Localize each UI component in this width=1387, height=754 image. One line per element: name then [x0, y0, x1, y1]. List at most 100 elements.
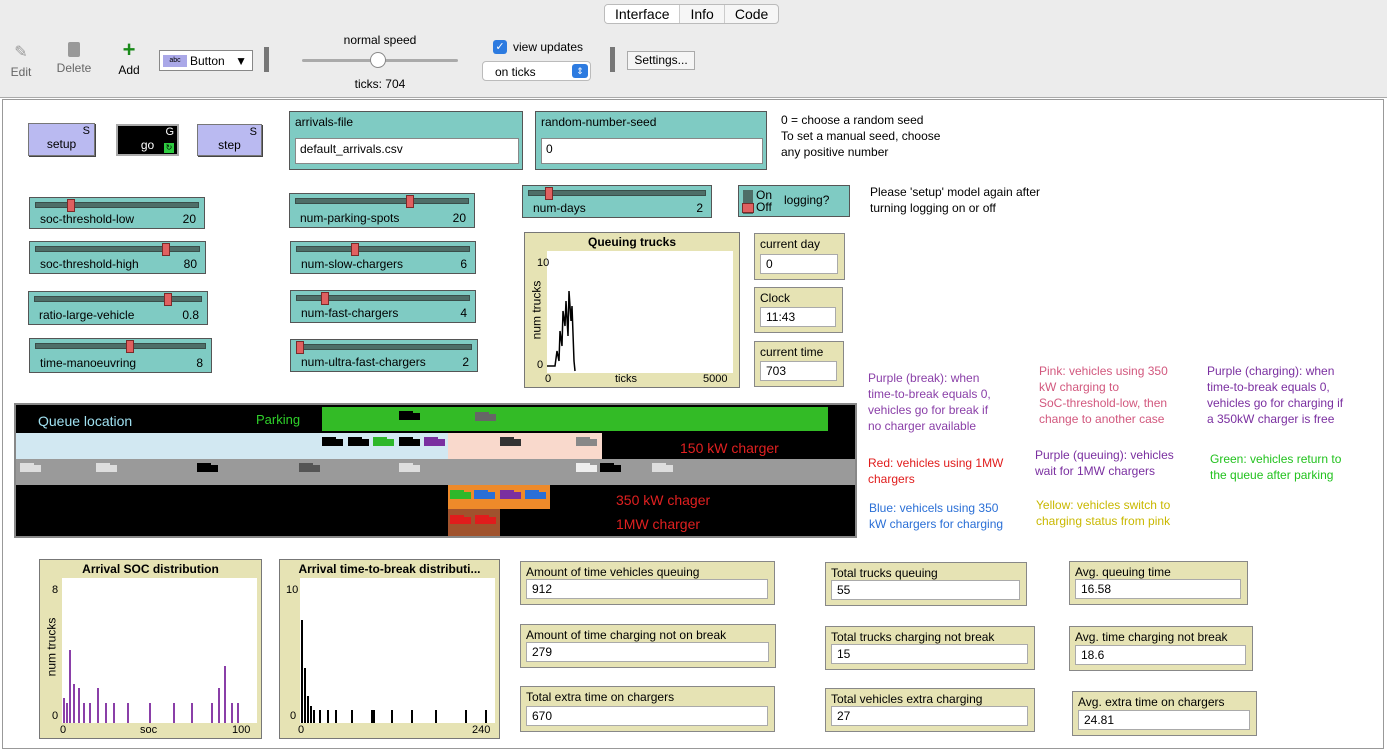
step-button[interactable]: step S [197, 124, 262, 156]
plot-area [547, 251, 733, 373]
trash-icon [68, 42, 80, 57]
stat-monitor: Avg. queuing time 16.58 [1069, 561, 1248, 605]
charger-150-label: 150 kW charger [680, 440, 779, 456]
slider-num-days[interactable]: num-days 2 [522, 185, 712, 218]
pencil-icon: ✎ [14, 44, 28, 61]
world-view: Queue location Parking 150 kW charger 35… [14, 403, 857, 538]
slider-track [296, 344, 472, 350]
update-mode-select[interactable]: on ticks ⇕ [482, 61, 591, 81]
slider-num-ultra-fast-chargers[interactable]: num-ultra-fast-chargers 2 [290, 339, 478, 372]
setup-button[interactable]: setup S [28, 123, 95, 156]
truck-icon [399, 463, 421, 474]
plot-area [300, 578, 495, 723]
updown-icon: ⇕ [572, 64, 588, 78]
truck-icon [399, 411, 421, 422]
tab-bar: Interface Info Code [604, 4, 780, 24]
truck-icon [600, 463, 622, 474]
truck-icon [299, 463, 321, 474]
go-button[interactable]: go G ↻ [116, 124, 179, 156]
legend-purple-queuing: Purple (queuing): vehicles wait for 1MW c… [1035, 448, 1174, 478]
seed-note: 0 = choose a random seed To set a manual… [781, 113, 941, 159]
slider-time-manoeuvring[interactable]: time-manoeuvring 8 [29, 338, 212, 373]
random-number-seed-input: random-number-seed 0 [535, 111, 767, 170]
slider-knob[interactable] [163, 293, 172, 306]
speed-label: normal speed [343, 33, 417, 47]
switch-knob [742, 203, 754, 213]
slider-num-fast-chargers[interactable]: num-fast-chargers 4 [290, 290, 476, 323]
tab-code[interactable]: Code [725, 5, 778, 23]
stat-monitor: Total trucks queuing 55 [825, 562, 1027, 606]
legend-yellow: Yellow: vehicles switch to charging statu… [1036, 498, 1171, 528]
ttb-histogram [301, 620, 487, 723]
divider [264, 47, 269, 72]
settings-button[interactable]: Settings... [627, 51, 695, 70]
current-day-monitor: current day 0 [754, 233, 845, 280]
toolbar: Interface Info Code ✎ Edit Delete + Add … [0, 0, 1387, 98]
parking-area [322, 407, 828, 431]
slider-knob[interactable] [162, 243, 171, 256]
legend-blue: Blue: vehicels using 350 kW chargers for … [869, 501, 1004, 531]
chevron-down-icon: ▼ [235, 54, 247, 68]
legend-red: Red: vehicles using 1MW chargers [868, 456, 1004, 486]
tab-info[interactable]: Info [680, 5, 725, 23]
slider-track [528, 190, 706, 196]
speed-slider-knob[interactable] [370, 52, 386, 68]
stat-monitor: Total extra time on chargers 670 [520, 686, 775, 732]
checkbox-checked-icon[interactable]: ✓ [493, 40, 507, 54]
tab-interface[interactable]: Interface [605, 5, 681, 23]
legend-purple-charging: Purple (charging): when time-to-break equ… [1207, 364, 1344, 426]
truck-icon [424, 437, 446, 448]
slider-track [296, 246, 470, 252]
logging-switch[interactable]: On Off logging? [738, 185, 850, 217]
slider-track [35, 246, 200, 252]
truck-icon [348, 437, 370, 448]
arrival-soc-plot: Arrival SOC distribution 8 0 num trucks … [39, 559, 262, 739]
slider-ratio-large-vehicle[interactable]: ratio-large-vehicle 0.8 [28, 291, 208, 325]
slider-track [35, 343, 206, 349]
add-button[interactable]: + Add [114, 39, 144, 78]
slider-soc-threshold-low[interactable]: soc-threshold-low 20 [29, 197, 205, 229]
slider-knob[interactable] [125, 340, 134, 353]
delete-button[interactable]: Delete [54, 42, 94, 75]
truck-icon [96, 463, 118, 474]
truck-icon [475, 515, 497, 526]
edit-button[interactable]: ✎ Edit [8, 42, 34, 79]
truck-icon [20, 463, 42, 474]
slider-knob[interactable] [66, 199, 75, 212]
truck-icon [450, 515, 472, 526]
truck-icon [652, 463, 674, 474]
forever-icon: ↻ [164, 143, 174, 153]
truck-icon [197, 463, 219, 474]
logging-note: Please 'setup' model again after turning… [870, 185, 1041, 215]
slider-knob[interactable] [351, 243, 360, 256]
queuing-line [547, 290, 576, 372]
slider-track [34, 296, 202, 302]
legend-purple-break: Purple (break): when time-to-break equals… [868, 371, 991, 433]
slider-knob[interactable] [545, 187, 554, 200]
stat-monitor: Amount of time charging not on break 279 [520, 624, 776, 668]
slider-num-parking-spots[interactable]: num-parking-spots 20 [289, 193, 475, 228]
slider-knob[interactable] [405, 195, 414, 208]
truck-icon [525, 490, 547, 501]
truck-icon [373, 437, 395, 448]
charger-1mw-label: 1MW charger [616, 516, 701, 532]
truck-icon [474, 490, 496, 501]
stat-monitor: Total vehicles extra charging 27 [825, 688, 1035, 732]
ticks-counter: ticks: 704 [354, 77, 406, 91]
slider-soc-threshold-high[interactable]: soc-threshold-high 80 [29, 241, 206, 274]
slider-knob[interactable] [296, 341, 304, 354]
clock-monitor: Clock 11:43 [754, 287, 843, 333]
slider-track [35, 202, 199, 208]
slider-knob[interactable] [321, 292, 330, 305]
divider [610, 47, 615, 72]
truck-icon [322, 437, 344, 448]
stat-monitor: Avg. time charging not break 18.6 [1069, 626, 1253, 671]
charger-350-label: 350 kW chager [616, 492, 711, 508]
widget-type-select[interactable]: abc Button ▼ [159, 50, 253, 71]
slider-track [295, 198, 469, 204]
arrivals-file-field[interactable]: default_arrivals.csv [295, 138, 519, 164]
arrivals-file-input: arrivals-file default_arrivals.csv [289, 111, 523, 170]
seed-field[interactable]: 0 [541, 138, 763, 164]
slider-num-slow-chargers[interactable]: num-slow-chargers 6 [290, 241, 476, 274]
queuing-trucks-plot: Queuing trucks 10 0 num trucks 0 ticks 5… [524, 232, 740, 388]
